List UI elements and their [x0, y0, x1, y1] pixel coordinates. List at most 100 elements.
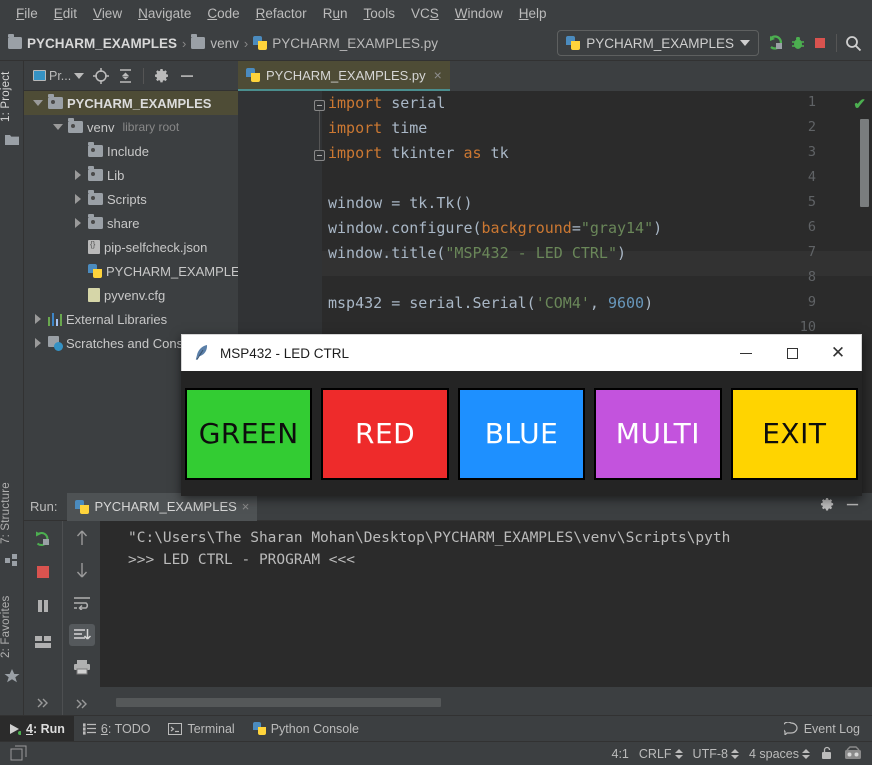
hide-icon[interactable] [176, 66, 198, 86]
scroll-to-end-icon[interactable] [68, 623, 95, 647]
breadcrumb-file[interactable]: PYCHARM_EXAMPLES.py [253, 36, 438, 51]
menu-item-navigate[interactable]: Navigate [130, 4, 199, 23]
console-horizontal-scrollbar[interactable] [116, 698, 441, 707]
tree-item-lib[interactable]: Lib [24, 163, 238, 187]
editor-tab-pycharm-examples[interactable]: PYCHARM_EXAMPLES.py × [238, 61, 450, 91]
toggle-toolbars-icon[interactable] [0, 745, 27, 762]
unlocked-icon[interactable] [820, 746, 834, 761]
run-configuration-label: PYCHARM_EXAMPLES [586, 35, 734, 51]
menu-item-window[interactable]: Window [447, 4, 511, 23]
hide-icon[interactable] [845, 497, 860, 517]
close-icon[interactable]: × [434, 67, 442, 83]
tk-button-blue[interactable]: BLUE [457, 387, 586, 480]
twisty-icon[interactable] [72, 218, 84, 228]
event-log-button[interactable]: Event Log [783, 722, 872, 736]
tree-item-scripts[interactable]: Scripts [24, 187, 238, 211]
tree-item-pycharm-examples[interactable]: PYCHARM_EXAMPLES [24, 91, 238, 115]
sidebar-item-structure[interactable]: 7: Structure [0, 476, 24, 550]
menu-item-edit[interactable]: Edit [46, 4, 85, 23]
project-view-selector[interactable]: Pr... [30, 67, 87, 85]
tree-item-venv[interactable]: venv library root [24, 115, 238, 139]
tkinter-window[interactable]: MSP432 - LED CTRL ✕ GREEN RED BLUE MULTI EXI… [181, 334, 862, 496]
inspector-icon[interactable] [844, 746, 862, 761]
close-icon[interactable]: × [242, 499, 250, 514]
tkinter-titlebar[interactable]: MSP432 - LED CTRL ✕ [181, 334, 862, 371]
sidebar-item-project[interactable]: 1: Project [0, 67, 24, 127]
twisty-icon[interactable] [72, 170, 84, 180]
line-separator-selector[interactable]: CRLF [639, 747, 683, 761]
tree-item-pycharm-examples-py[interactable]: PYCHARM_EXAMPLES.py [24, 259, 238, 283]
maximize-button[interactable] [769, 335, 815, 372]
stop-icon[interactable] [30, 561, 56, 585]
tree-item-pip-selfcheck-json[interactable]: pip-selfcheck.json [24, 235, 238, 259]
twisty-icon[interactable] [32, 338, 44, 348]
encoding-selector[interactable]: UTF-8 [693, 747, 739, 761]
gear-icon[interactable] [151, 66, 173, 86]
editor-vertical-scrollbar[interactable] [860, 119, 869, 207]
tree-item-pyvenv-cfg[interactable]: pyvenv.cfg [24, 283, 238, 307]
bottom-tab-label: Terminal [187, 721, 235, 736]
run-console-output[interactable]: "C:\Users\The Sharan Mohan\Desktop\PYCHA… [100, 521, 872, 687]
debug-icon[interactable] [787, 30, 809, 56]
indent-selector[interactable]: 4 spaces [749, 747, 810, 761]
close-button[interactable]: ✕ [815, 335, 861, 372]
down-arrow-icon[interactable] [69, 559, 95, 581]
fold-marker-icon[interactable] [314, 150, 325, 161]
tree-item-external-libraries[interactable]: External Libraries [24, 307, 238, 331]
tk-button-green[interactable]: GREEN [185, 387, 313, 480]
rerun-icon[interactable] [30, 527, 56, 551]
soft-wrap-icon[interactable] [69, 592, 95, 614]
menu-item-file[interactable]: File [8, 4, 46, 23]
search-icon[interactable] [842, 30, 864, 56]
menu-item-view[interactable]: View [85, 4, 130, 23]
pause-icon[interactable] [30, 594, 56, 618]
breadcrumb-project[interactable]: PYCHARM_EXAMPLES [8, 34, 177, 51]
run-icon[interactable] [765, 30, 787, 56]
more-icon[interactable] [69, 693, 95, 715]
tree-item-include[interactable]: Include [24, 139, 238, 163]
menu-item-code[interactable]: Code [199, 4, 247, 23]
line-number: 9 [807, 294, 816, 310]
sidebar-item-favorites[interactable]: 2: Favorites [0, 591, 24, 663]
editor-tab-bar: PYCHARM_EXAMPLES.py × [238, 61, 872, 91]
fold-marker-icon[interactable] [314, 100, 325, 111]
twisty-icon[interactable] [52, 124, 64, 130]
line-number: 5 [807, 194, 816, 210]
tk-button-exit[interactable]: EXIT [730, 387, 859, 480]
print-icon[interactable] [69, 656, 95, 678]
up-arrow-icon[interactable] [69, 527, 95, 549]
bottom-tab-run[interactable]: 4: Run [0, 715, 74, 742]
menu-item-tools[interactable]: Tools [355, 4, 403, 23]
twisty-icon[interactable] [32, 100, 44, 106]
status-bar-right: 4:1 CRLF UTF-8 4 spaces [612, 746, 872, 761]
menu-item-refactor[interactable]: Refactor [248, 4, 315, 23]
cfg-file-icon [88, 288, 100, 302]
run-configuration-selector[interactable]: PYCHARM_EXAMPLES [557, 30, 759, 56]
tk-button-red[interactable]: RED [321, 387, 449, 480]
tree-item-label: PYCHARM_EXAMPLES [67, 95, 212, 111]
tk-button-multi[interactable]: MULTI [594, 387, 722, 480]
minimize-button[interactable] [723, 335, 769, 372]
bottom-tab-python-console[interactable]: Python Console [244, 716, 368, 742]
twisty-icon[interactable] [32, 314, 44, 324]
locate-icon[interactable] [90, 66, 112, 86]
more-icon[interactable] [30, 691, 56, 715]
caret-position[interactable]: 4:1 [612, 747, 629, 761]
bottom-tab-terminal[interactable]: Terminal [159, 716, 243, 742]
tree-item-share[interactable]: share [24, 211, 238, 235]
line-number: 6 [807, 219, 816, 235]
menu-item-run[interactable]: Run [315, 4, 356, 23]
menu-item-vcs[interactable]: VCS [403, 4, 447, 23]
menu-bar: File Edit View Navigate Code Refactor Ru… [0, 0, 872, 26]
gear-icon[interactable] [820, 497, 835, 517]
bottom-tab-todo[interactable]: 6: TODO [74, 716, 160, 742]
breadcrumb-venv[interactable]: venv [191, 34, 239, 51]
tree-item-label: Scripts [107, 191, 147, 207]
stop-icon[interactable] [809, 30, 831, 56]
run-tab-pycharm-examples[interactable]: PYCHARM_EXAMPLES × [67, 492, 258, 521]
collapse-all-icon[interactable] [115, 66, 136, 86]
menu-item-help[interactable]: Help [511, 4, 555, 23]
layout-icon[interactable] [30, 630, 56, 654]
twisty-icon[interactable] [72, 194, 84, 204]
inspection-status-icon[interactable]: ✔ [853, 95, 866, 113]
